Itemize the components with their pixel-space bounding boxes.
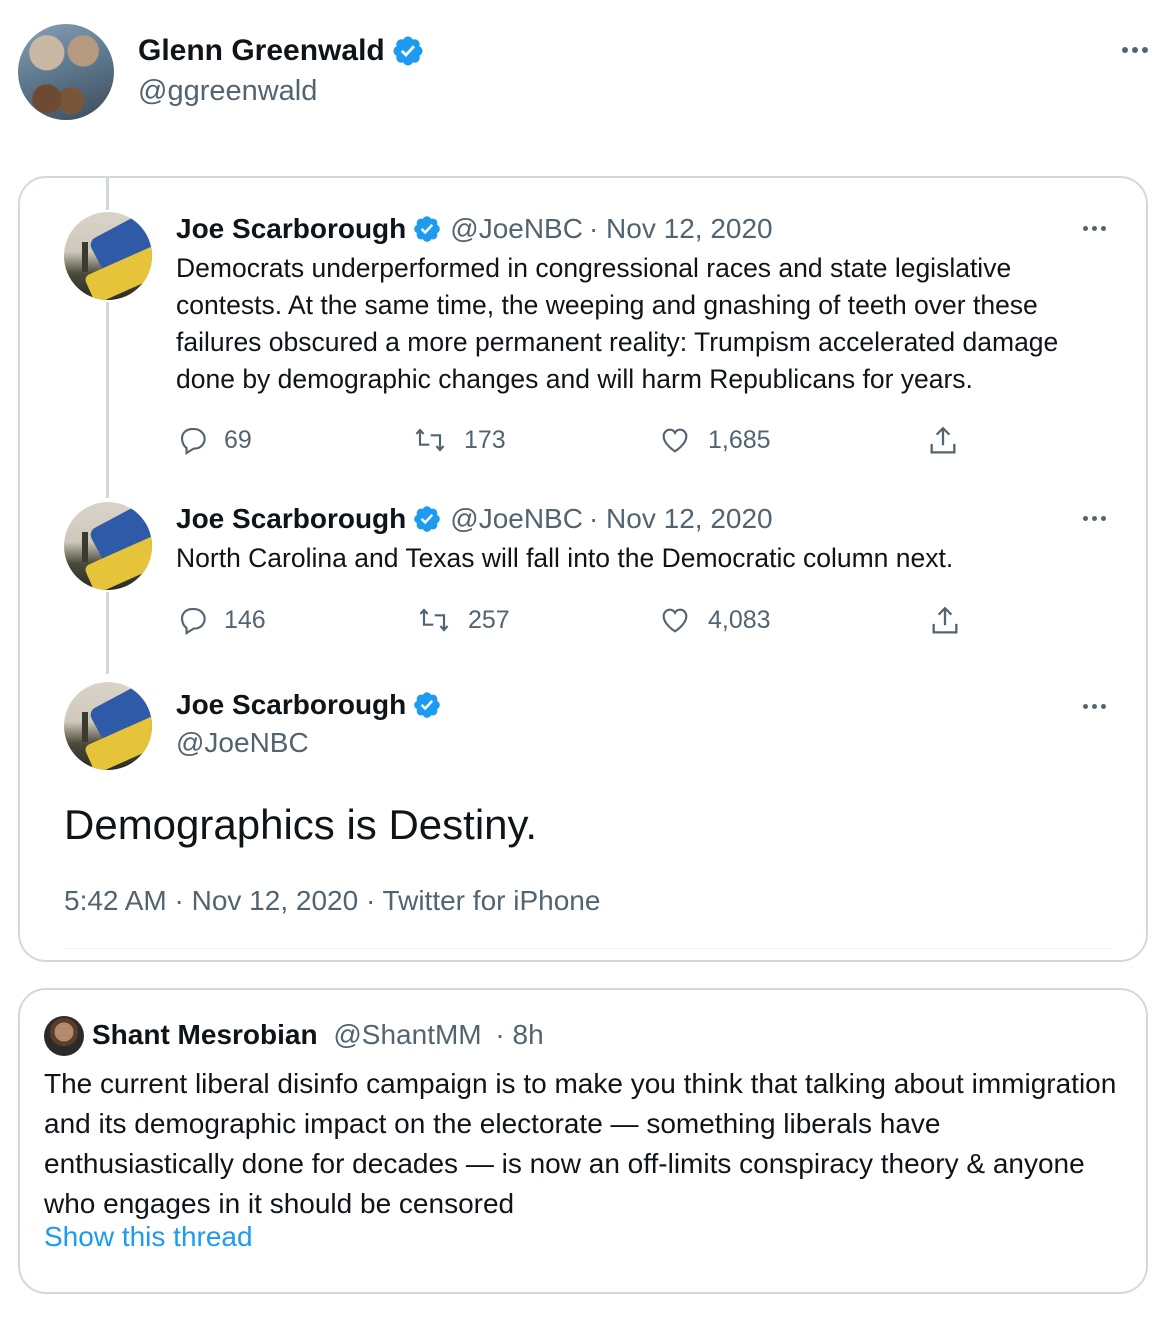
more-icon[interactable] <box>1122 47 1148 53</box>
tweet-handle[interactable]: @JoeNBC <box>176 726 309 760</box>
verified-badge-icon <box>393 36 423 66</box>
avatar[interactable] <box>64 682 152 770</box>
author-avatar[interactable] <box>18 24 114 120</box>
tweet-header: Joe Scarborough <box>176 688 442 722</box>
tweet-handle[interactable]: @JoeNBC <box>450 502 583 536</box>
thread-tweet[interactable]: Joe Scarborough @JoeNBC · Nov 12, 2020 N… <box>20 502 1146 635</box>
tweet-actions: 146 257 4,083 <box>176 604 976 640</box>
like-count: 1,685 <box>708 425 771 454</box>
quote-author-handle[interactable]: @ShantMM <box>333 1019 481 1050</box>
tweet-handle[interactable]: @JoeNBC <box>450 212 583 246</box>
quoted-tweet-card[interactable]: Shant Mesrobian @ShantMM · 8h The curren… <box>18 988 1148 1294</box>
more-icon[interactable] <box>1083 516 1106 521</box>
quote-header: Shant Mesrobian @ShantMM · 8h <box>92 1018 544 1052</box>
tweet-author-name[interactable]: Joe Scarborough <box>176 212 406 246</box>
verified-badge-icon <box>414 506 441 532</box>
author-name-row[interactable]: Glenn Greenwald <box>138 34 425 68</box>
quote-author-name[interactable]: Shant Mesrobian <box>92 1019 318 1050</box>
more-icon[interactable] <box>1083 704 1106 709</box>
main-thread-tweet[interactable]: Joe Scarborough @JoeNBC <box>20 682 1146 782</box>
tweet-actions: 69 173 1,685 <box>176 424 976 460</box>
tweet-author-name[interactable]: Joe Scarborough <box>176 502 406 536</box>
share-icon <box>932 606 958 634</box>
retweet-button[interactable]: 173 <box>412 424 506 456</box>
verified-badge-icon <box>414 692 441 718</box>
retweet-button[interactable]: 257 <box>416 604 510 636</box>
show-thread-link[interactable]: Show this thread <box>44 1220 253 1254</box>
retweet-count: 173 <box>464 425 506 454</box>
avatar[interactable] <box>64 502 152 590</box>
tweet-handle-row: @JoeNBC <box>176 726 309 760</box>
avatar[interactable] <box>64 212 152 300</box>
tweet-text: Democrats underperformed in congressiona… <box>176 253 1059 394</box>
like-icon <box>662 428 688 453</box>
like-button[interactable]: 4,083 <box>658 604 771 636</box>
reply-button[interactable]: 146 <box>176 604 266 636</box>
like-icon <box>662 608 688 633</box>
quote-time[interactable]: · 8h <box>495 1019 543 1050</box>
thread-tweet[interactable]: Joe Scarborough @JoeNBC · Nov 12, 2020 D… <box>20 212 1146 472</box>
quote-author-avatar[interactable] <box>44 1016 84 1056</box>
reply-count: 146 <box>224 605 266 634</box>
like-button[interactable]: 1,685 <box>658 424 771 456</box>
quoted-thread-card[interactable]: Joe Scarborough @JoeNBC · Nov 12, 2020 D… <box>18 176 1148 962</box>
retweet-icon <box>419 608 449 632</box>
retweet-icon <box>415 428 445 452</box>
author-name[interactable]: Glenn Greenwald <box>138 34 385 68</box>
reply-icon <box>180 428 206 455</box>
main-tweet-text: Demographics is Destiny. <box>64 801 538 848</box>
quote-text: The current liberal disinfo campaign is … <box>44 1068 1117 1219</box>
like-count: 4,083 <box>708 605 771 634</box>
reply-button[interactable]: 69 <box>176 424 252 456</box>
tweet-header: Joe Scarborough @JoeNBC · Nov 12, 2020 <box>176 212 773 246</box>
tweet-author-name[interactable]: Joe Scarborough <box>176 688 406 722</box>
tweet-text: North Carolina and Texas will fall into … <box>176 543 954 573</box>
main-tweet-timestamp[interactable]: 5:42 AM · Nov 12, 2020 · Twitter for iPh… <box>64 884 600 918</box>
more-icon[interactable] <box>1083 226 1106 231</box>
share-icon <box>930 426 956 454</box>
reply-icon <box>180 608 206 635</box>
tweet-author-header: Glenn Greenwald @ggreenwald <box>18 22 1148 122</box>
share-button[interactable] <box>926 424 960 458</box>
tweet-header: Joe Scarborough @JoeNBC · Nov 12, 2020 <box>176 502 773 536</box>
reply-count: 69 <box>224 425 252 454</box>
divider <box>64 948 1110 949</box>
verified-badge-icon <box>414 216 441 242</box>
retweet-count: 257 <box>468 605 510 634</box>
thread-line-top <box>106 178 109 210</box>
share-button[interactable] <box>928 604 962 638</box>
tweet-date[interactable]: · Nov 12, 2020 <box>589 502 773 536</box>
author-handle[interactable]: @ggreenwald <box>138 74 317 108</box>
tweet-date[interactable]: · Nov 12, 2020 <box>589 212 773 246</box>
